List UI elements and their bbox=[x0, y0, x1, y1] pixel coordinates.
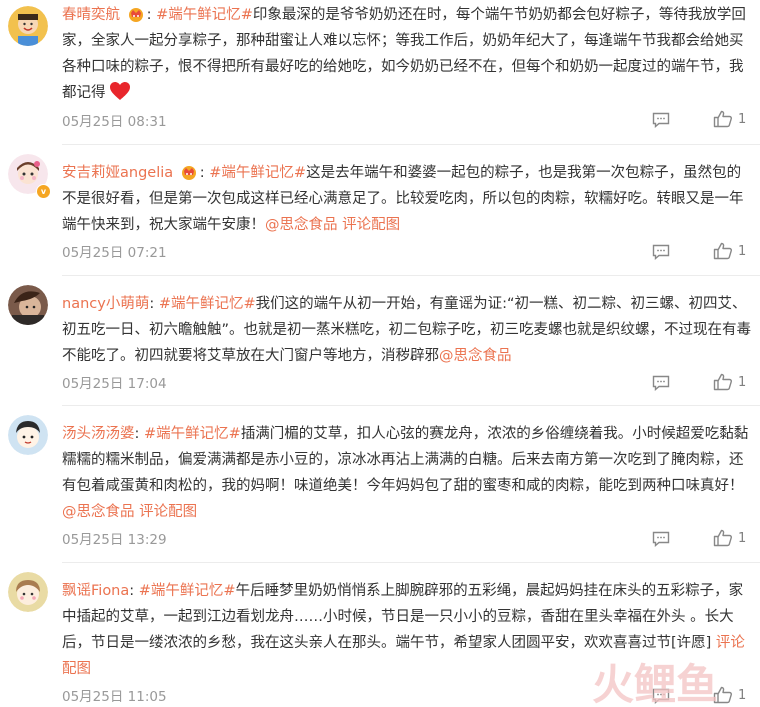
comment-time: 05月25日 08:31 bbox=[62, 114, 167, 130]
like-count: 1 bbox=[738, 244, 747, 259]
mention-link[interactable]: @思念食品 bbox=[265, 217, 338, 233]
divider bbox=[62, 562, 760, 563]
thumbs-up-icon[interactable] bbox=[713, 242, 733, 260]
comment-icon[interactable] bbox=[652, 244, 670, 260]
comment-text: 安吉莉娅angelia : #端午鲜记忆#这是去年端午和婆婆一起包的粽子，也是我… bbox=[62, 164, 744, 233]
avatar[interactable] bbox=[8, 415, 48, 455]
avatar[interactable] bbox=[8, 572, 48, 612]
topic-tag[interactable]: #端午鲜记忆# bbox=[144, 426, 241, 442]
crown-icon bbox=[127, 6, 145, 22]
divider bbox=[62, 144, 760, 145]
like-count: 1 bbox=[738, 112, 747, 127]
divider bbox=[62, 405, 760, 406]
comment-text: 春晴奕航 : #端午鲜记忆#印象最深的是爷爷奶奶还在时，每个端午节奶奶都会包好粽… bbox=[62, 6, 746, 101]
avatar-image bbox=[8, 285, 48, 325]
thumbs-up-icon[interactable] bbox=[713, 529, 733, 547]
username[interactable]: 春晴奕航 bbox=[62, 7, 120, 23]
topic-tag[interactable]: #端午鲜记忆# bbox=[209, 165, 306, 181]
comment-text: nancy小萌萌: #端午鲜记忆#我们这的端午从初一开始，有童谣为证:“初一糕、… bbox=[62, 296, 752, 364]
topic-tag[interactable]: #端午鲜记忆# bbox=[139, 583, 236, 599]
watermark-logo: 火鲤鱼 bbox=[592, 660, 718, 707]
comment-icon[interactable] bbox=[652, 531, 670, 547]
comment-icon[interactable] bbox=[652, 375, 670, 391]
crown-icon bbox=[180, 164, 198, 180]
topic-tag[interactable]: #端午鲜记忆# bbox=[156, 7, 253, 23]
avatar-image bbox=[8, 572, 48, 612]
username[interactable]: 汤头汤汤婆 bbox=[62, 426, 135, 442]
comment-image-link[interactable]: 评论配图 bbox=[342, 217, 400, 233]
like-count: 1 bbox=[738, 531, 747, 546]
avatar[interactable] bbox=[8, 6, 48, 46]
mention-link[interactable]: @思念食品 bbox=[62, 504, 135, 520]
username[interactable]: 飘谣Fiona bbox=[62, 583, 129, 599]
mention-link[interactable]: @思念食品 bbox=[439, 348, 512, 364]
comment-time: 05月25日 17:04 bbox=[62, 376, 167, 392]
comment-time: 05月25日 13:29 bbox=[62, 532, 167, 548]
comment-image-link[interactable]: 评论配图 bbox=[139, 504, 197, 520]
comment-time: 05月25日 11:05 bbox=[62, 689, 167, 705]
username[interactable]: 安吉莉娅angelia bbox=[62, 165, 173, 181]
thumbs-up-icon[interactable] bbox=[713, 110, 733, 128]
comment-icon[interactable] bbox=[652, 112, 670, 128]
comment-time: 05月25日 07:21 bbox=[62, 245, 167, 261]
verified-badge-icon: v bbox=[36, 184, 51, 199]
username[interactable]: nancy小萌萌 bbox=[62, 296, 149, 312]
topic-tag[interactable]: #端午鲜记忆# bbox=[159, 296, 256, 312]
divider bbox=[62, 275, 760, 276]
thumbs-up-icon[interactable] bbox=[713, 373, 733, 391]
avatar-image bbox=[8, 415, 48, 455]
comment-text: 汤头汤汤婆: #端午鲜记忆#插满门楣的艾草，扣人心弦的赛龙舟，浓浓的乡俗缠绕着我… bbox=[62, 426, 749, 520]
like-count: 1 bbox=[738, 375, 747, 390]
svg-text:火鲤鱼: 火鲤鱼 bbox=[592, 660, 718, 707]
avatar-image bbox=[8, 6, 48, 46]
avatar[interactable] bbox=[8, 285, 48, 325]
heart-emoji-icon bbox=[109, 81, 131, 101]
